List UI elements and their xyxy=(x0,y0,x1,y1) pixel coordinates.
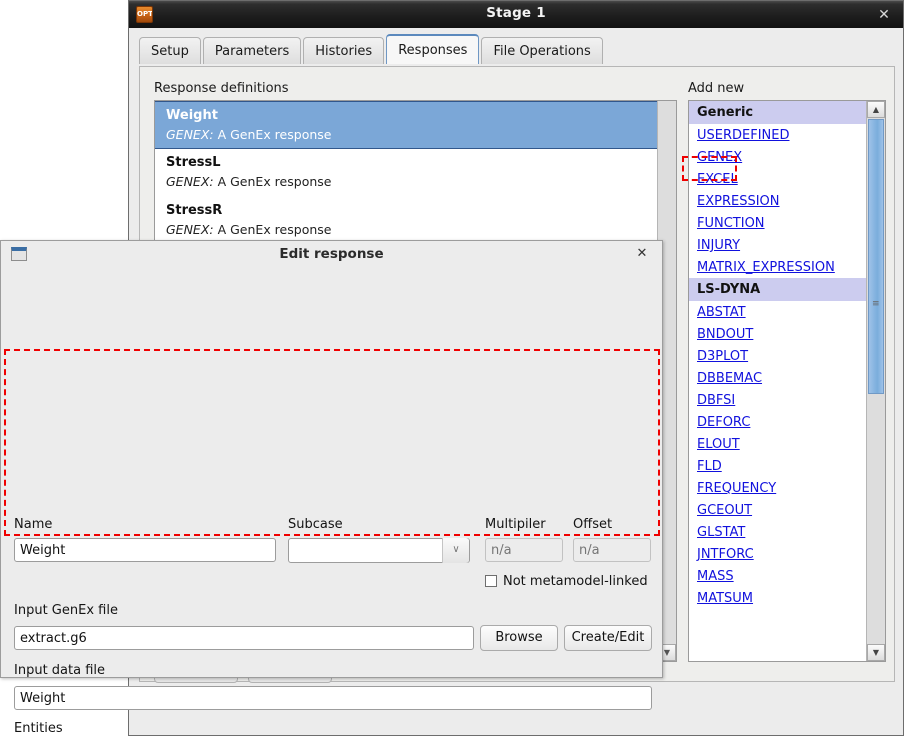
response-description: GENEX: A GenEx response xyxy=(166,126,668,144)
add-new-excel[interactable]: EXCEL xyxy=(689,168,867,190)
response-name: StressL xyxy=(166,155,221,170)
multiplier-input[interactable] xyxy=(485,538,563,562)
add-new-dbfsi[interactable]: DBFSI xyxy=(689,389,867,411)
response-name: Weight xyxy=(166,108,218,123)
response-description: GENEX: A GenEx response xyxy=(166,221,668,239)
tab-file-operations[interactable]: File Operations xyxy=(481,37,603,64)
add-new-gceout[interactable]: GCEOUT xyxy=(689,499,867,521)
screen: OPT Stage 1 ✕ Setup Parameters Histories… xyxy=(0,0,904,736)
add-new-expression[interactable]: EXPRESSION xyxy=(689,190,867,212)
edit-response-dialog: Edit response ✕ Name Subcase Multipiler … xyxy=(0,240,663,736)
checkbox-icon[interactable] xyxy=(485,575,497,587)
tab-parameters[interactable]: Parameters xyxy=(202,37,302,64)
window-titlebar: OPT Stage 1 ✕ xyxy=(129,1,903,28)
dialog-title: Edit response xyxy=(279,246,384,262)
add-new-fld[interactable]: FLD xyxy=(689,455,867,477)
list-item[interactable]: StressR GENEX: A GenEx response × xyxy=(155,197,676,245)
genex-file-label: Input GenEx file xyxy=(14,603,118,618)
data-file-label: Input data file xyxy=(14,663,106,678)
tab-bar: Setup Parameters Histories Responses Fil… xyxy=(139,34,895,67)
response-name: StressR xyxy=(166,203,223,218)
scroll-up-icon[interactable]: ▲ xyxy=(867,101,885,118)
add-new-bndout[interactable]: BNDOUT xyxy=(689,323,867,345)
add-new-elout[interactable]: ELOUT xyxy=(689,433,867,455)
add-new-glstat[interactable]: GLSTAT xyxy=(689,521,867,543)
response-desc-text: A GenEx response xyxy=(217,174,332,189)
subcase-select[interactable]: ∨ xyxy=(288,538,470,563)
browse-button[interactable]: Browse xyxy=(480,625,558,651)
offset-label: Offset xyxy=(573,517,613,532)
add-new-userdefined[interactable]: USERDEFINED xyxy=(689,124,867,146)
name-input[interactable] xyxy=(14,538,276,562)
subcase-label: Subcase xyxy=(288,517,343,532)
scroll-down-icon[interactable]: ▼ xyxy=(867,644,885,661)
add-new-group-ls-dyna: LS-DYNA xyxy=(689,278,867,301)
response-description: GENEX: A GenEx response xyxy=(166,173,668,191)
scrollbar-grip-icon: ≡ xyxy=(872,299,880,309)
response-definitions-label: Response definitions xyxy=(154,81,289,96)
add-new-deforc[interactable]: DEFORC xyxy=(689,411,867,433)
offset-input[interactable] xyxy=(573,538,651,562)
not-metamodel-linked-label: Not metamodel-linked xyxy=(503,574,648,589)
add-new-scrollbar[interactable]: ▲ ≡ ▼ xyxy=(866,101,885,661)
response-desc-text: A GenEx response xyxy=(217,222,332,237)
create-edit-button[interactable]: Create/Edit xyxy=(564,625,652,651)
entities-label: Entities xyxy=(14,721,63,736)
not-metamodel-linked-checkbox[interactable]: Not metamodel-linked xyxy=(485,574,648,589)
add-new-list[interactable]: Generic USERDEFINED GENEX EXCEL EXPRESSI… xyxy=(688,100,886,662)
add-new-mass[interactable]: MASS xyxy=(689,565,867,587)
response-type: GENEX: xyxy=(166,127,214,142)
data-file-input[interactable] xyxy=(14,686,652,710)
tab-responses[interactable]: Responses xyxy=(386,34,480,64)
tab-setup[interactable]: Setup xyxy=(139,37,201,64)
add-new-jntforc[interactable]: JNTFORC xyxy=(689,543,867,565)
response-desc-text: A GenEx response xyxy=(217,127,332,142)
add-new-d3plot[interactable]: D3PLOT xyxy=(689,345,867,367)
dialog-titlebar: Edit response ✕ xyxy=(1,241,662,269)
add-new-label: Add new xyxy=(688,81,745,96)
add-new-genex[interactable]: GENEX xyxy=(689,146,867,168)
list-item[interactable]: Weight GENEX: A GenEx response × xyxy=(155,101,676,149)
add-new-frequency[interactable]: FREQUENCY xyxy=(689,477,867,499)
add-new-matrix-expression[interactable]: MATRIX_EXPRESSION xyxy=(689,256,867,278)
add-new-function[interactable]: FUNCTION xyxy=(689,212,867,234)
chevron-down-icon[interactable]: ∨ xyxy=(442,538,469,563)
add-new-group-generic: Generic xyxy=(689,101,867,124)
add-new-abstat[interactable]: ABSTAT xyxy=(689,301,867,323)
name-label: Name xyxy=(14,517,53,532)
list-item[interactable]: StressL GENEX: A GenEx response × xyxy=(155,149,676,197)
add-new-injury[interactable]: INJURY xyxy=(689,234,867,256)
window-title: Stage 1 xyxy=(486,5,546,21)
scrollbar-thumb[interactable] xyxy=(868,119,884,394)
response-type: GENEX: xyxy=(166,174,214,189)
response-type: GENEX: xyxy=(166,222,214,237)
multiplier-label: Multipiler xyxy=(485,517,546,532)
tab-histories[interactable]: Histories xyxy=(303,37,385,64)
dialog-close-icon[interactable]: ✕ xyxy=(634,246,650,262)
add-new-matsum[interactable]: MATSUM xyxy=(689,587,867,609)
add-new-dbbemac[interactable]: DBBEMAC xyxy=(689,367,867,389)
close-icon[interactable]: ✕ xyxy=(875,6,893,24)
genex-file-input[interactable] xyxy=(14,626,474,650)
